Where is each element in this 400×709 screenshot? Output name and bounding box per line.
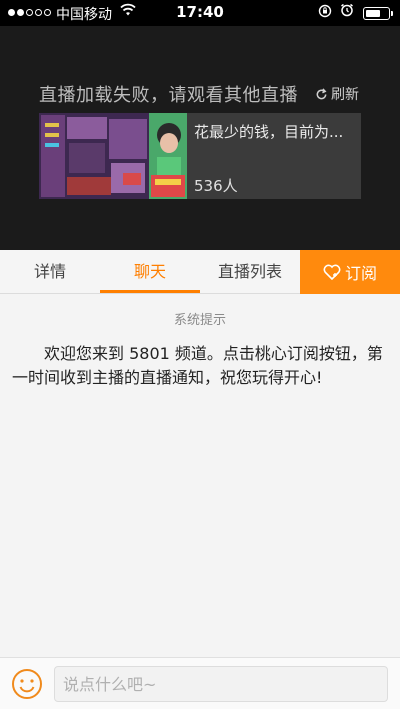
chat-input-bar bbox=[0, 657, 400, 709]
subscribe-button[interactable]: 订阅 bbox=[300, 250, 400, 294]
alarm-icon bbox=[340, 3, 354, 21]
stream-thumbnail bbox=[39, 113, 187, 199]
recommended-stream-card[interactable]: 花最少的钱，目前为... 536人 bbox=[39, 113, 361, 199]
heart-icon bbox=[323, 264, 341, 280]
battery-icon bbox=[363, 7, 390, 20]
viewer-count: 536人 bbox=[194, 177, 238, 195]
subscribe-label: 订阅 bbox=[344, 264, 377, 283]
chat-message-input[interactable] bbox=[54, 666, 388, 702]
tab-bar: 详情 聊天 直播列表 订阅 bbox=[0, 250, 400, 294]
status-bar: 中国移动 17:40 bbox=[0, 0, 400, 26]
stream-title: 花最少的钱，目前为... bbox=[194, 123, 344, 141]
system-notice-label: 系统提示 bbox=[173, 313, 226, 328]
chat-panel[interactable]: 系统提示 欢迎您来到 5801 频道。点击桃心订阅按钮，第一时间收到主播的直播通… bbox=[0, 295, 400, 657]
video-player[interactable]: 直播加载失败，请观看其他直播 刷新 花最少的钱，目前为... 536人 bbox=[0, 26, 400, 250]
system-welcome-message: 欢迎您来到 5801 频道。点击桃心订阅按钮，第一时间收到主播的直播通知，祝您玩… bbox=[12, 344, 383, 387]
load-error-message: 直播加载失败，请观看其他直播 bbox=[39, 85, 298, 106]
refresh-button[interactable]: 刷新 bbox=[315, 84, 359, 104]
emoji-icon[interactable] bbox=[11, 668, 43, 700]
tab-stream-list[interactable]: 直播列表 bbox=[200, 250, 300, 294]
refresh-label: 刷新 bbox=[331, 87, 359, 103]
tab-details[interactable]: 详情 bbox=[0, 250, 100, 294]
orientation-lock-icon bbox=[318, 4, 332, 22]
refresh-icon bbox=[316, 87, 327, 99]
active-tab-indicator bbox=[100, 290, 200, 293]
tab-chat[interactable]: 聊天 bbox=[100, 250, 200, 294]
